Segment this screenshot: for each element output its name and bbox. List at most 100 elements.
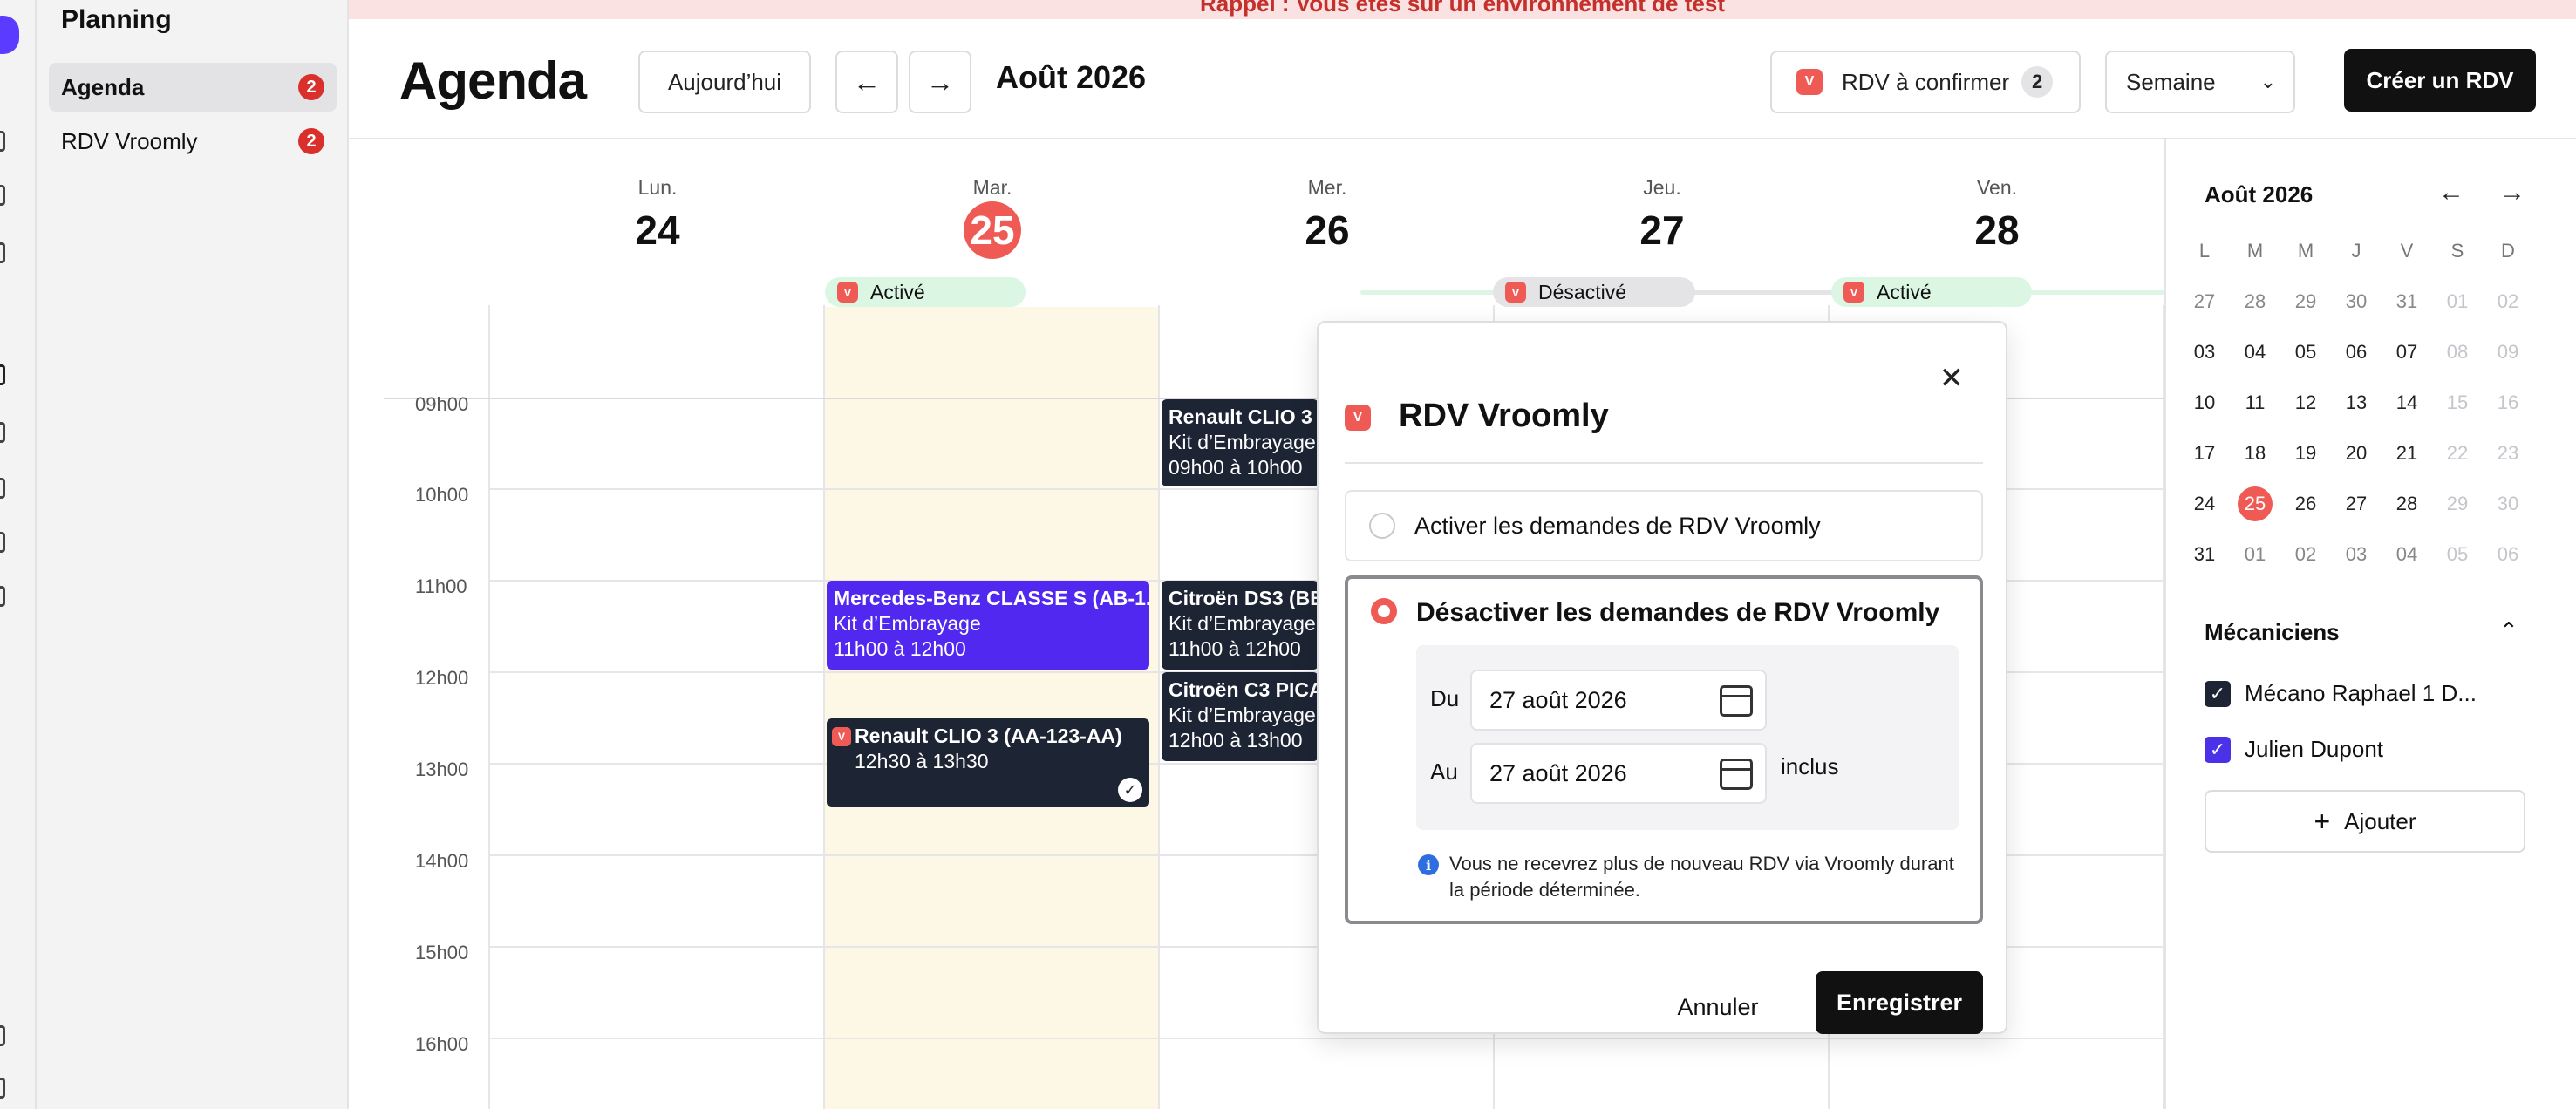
event-card[interactable]: Mercedes-Benz CLASSE S (AB-1... Kit d’Em…: [827, 581, 1149, 670]
pending-rdv-button[interactable]: V RDV à confirmer 2: [1770, 51, 2081, 113]
next-week-button[interactable]: →: [909, 51, 971, 113]
mini-calendar-day[interactable]: 13: [2339, 385, 2374, 420]
nav-logout-icon[interactable]: [0, 1078, 5, 1099]
mini-weekday-label: V: [2400, 240, 2414, 262]
day-name: Ven.: [1976, 176, 2018, 199]
mini-calendar-day[interactable]: 16: [2491, 385, 2525, 420]
mini-calendar-day[interactable]: 18: [2238, 436, 2273, 471]
mini-calendar-day[interactable]: 15: [2440, 385, 2475, 420]
mini-calendar-day[interactable]: 26: [2288, 486, 2323, 521]
mini-calendar-day[interactable]: 24: [2187, 486, 2222, 521]
mini-calendar-day[interactable]: 01: [2440, 284, 2475, 319]
calendar-icon[interactable]: [1720, 759, 1753, 790]
mini-calendar-day[interactable]: 11: [2238, 385, 2273, 420]
mini-calendar-day[interactable]: 25: [2238, 486, 2273, 521]
mini-calendar-day[interactable]: 02: [2288, 537, 2323, 572]
to-date-input[interactable]: 27 août 2026: [1470, 743, 1767, 804]
count-badge: 2: [298, 74, 324, 100]
chevron-down-icon: ⌄: [2259, 71, 2276, 92]
mini-calendar-day[interactable]: 30: [2491, 486, 2525, 521]
mini-calendar-day[interactable]: 27: [2187, 284, 2222, 319]
mini-calendar-day[interactable]: 05: [2440, 537, 2475, 572]
mechanic-item[interactable]: ✓ Julien Dupont: [2205, 736, 2383, 763]
mini-calendar-day[interactable]: 27: [2339, 486, 2374, 521]
calendar-icon[interactable]: [1720, 685, 1753, 717]
mini-calendar-day[interactable]: 21: [2389, 436, 2424, 471]
pending-count-badge: 2: [2021, 66, 2054, 98]
event-card[interactable]: Citroën C3 PICAS Kit d’Embrayage 12h00 à…: [1162, 672, 1319, 761]
mini-calendar-day[interactable]: 06: [2339, 335, 2374, 370]
mini-next-month-button[interactable]: →: [2499, 178, 2525, 208]
modal-title: RDV Vroomly: [1399, 398, 1609, 434]
event-service: Kit d’Embrayage: [834, 612, 981, 635]
checkbox-checked[interactable]: ✓: [2205, 736, 2231, 763]
mini-calendar-day[interactable]: 30: [2339, 284, 2374, 319]
mini-calendar-day[interactable]: 12: [2288, 385, 2323, 420]
today-button[interactable]: Aujourd’hui: [638, 51, 811, 113]
event-card[interactable]: Renault CLIO 3 (A Kit d’Embrayage 09h00 …: [1162, 399, 1319, 486]
event-time: 11h00 à 12h00: [1169, 637, 1301, 660]
vroomly-status-thu[interactable]: V Désactivé: [1493, 277, 1695, 307]
nav-settings-icon[interactable]: [0, 586, 5, 607]
sidebar-item-rdv-vroomly[interactable]: RDV Vroomly 2: [49, 117, 337, 166]
activate-option[interactable]: Activer les demandes de RDV Vroomly: [1345, 490, 1983, 561]
mini-calendar-day[interactable]: 04: [2238, 335, 2273, 370]
mini-calendar-day[interactable]: 05: [2288, 335, 2323, 370]
mini-calendar-day[interactable]: 29: [2288, 284, 2323, 319]
mini-calendar-day[interactable]: 06: [2491, 537, 2525, 572]
nav-document-icon[interactable]: [0, 478, 5, 499]
nav-user-icon[interactable]: [0, 532, 5, 553]
test-environment-banner: Rappel : Vous êtes sur un environnement …: [349, 0, 2576, 19]
deactivate-option[interactable]: Désactiver les demandes de RDV Vroomly D…: [1345, 575, 1983, 924]
mini-calendar-day[interactable]: 31: [2187, 537, 2222, 572]
vroomly-logo-icon: V: [832, 727, 851, 746]
mini-calendar-day[interactable]: 03: [2339, 537, 2374, 572]
mini-calendar-day[interactable]: 31: [2389, 284, 2424, 319]
mini-calendar-day[interactable]: 29: [2440, 486, 2475, 521]
previous-week-button[interactable]: ←: [835, 51, 898, 113]
nav-home-icon[interactable]: [0, 185, 5, 206]
save-button[interactable]: Enregistrer: [1816, 971, 1983, 1034]
radio-selected[interactable]: [1371, 598, 1397, 624]
event-service: Kit d’Embrayage: [1169, 431, 1316, 453]
vroomly-status-tue[interactable]: V Activé: [825, 277, 1026, 307]
mini-calendar-day[interactable]: 23: [2491, 436, 2525, 471]
nav-help-icon[interactable]: [0, 1025, 5, 1046]
create-rdv-button[interactable]: Créer un RDV: [2344, 49, 2536, 112]
nav-calendar-icon[interactable]: [0, 364, 5, 385]
mini-calendar-day[interactable]: 09: [2491, 335, 2525, 370]
hour-label: 12h00: [415, 667, 469, 689]
vroomly-status-fri[interactable]: V Activé: [1831, 277, 2032, 307]
mini-calendar-day[interactable]: 17: [2187, 436, 2222, 471]
mini-calendar-day[interactable]: 28: [2389, 486, 2424, 521]
mechanic-item[interactable]: ✓ Mécano Raphael 1 D...: [2205, 680, 2477, 707]
nav-car-icon[interactable]: [0, 422, 5, 443]
app-logo[interactable]: [0, 16, 19, 54]
chevron-up-icon[interactable]: ⌃: [2499, 617, 2518, 644]
sidebar-item-agenda[interactable]: Agenda 2: [49, 63, 337, 112]
nav-grid-icon[interactable]: [0, 131, 5, 152]
add-mechanic-button[interactable]: + Ajouter: [2205, 790, 2525, 853]
close-icon[interactable]: ✕: [1939, 361, 1965, 396]
radio-unselected[interactable]: [1369, 513, 1395, 539]
view-select[interactable]: Semaine ⌄: [2105, 51, 2295, 113]
mini-calendar-day[interactable]: 14: [2389, 385, 2424, 420]
mini-calendar-day[interactable]: 28: [2238, 284, 2273, 319]
mini-calendar-day[interactable]: 07: [2389, 335, 2424, 370]
mini-calendar-day[interactable]: 08: [2440, 335, 2475, 370]
mini-calendar-day[interactable]: 10: [2187, 385, 2222, 420]
mini-calendar-day[interactable]: 02: [2491, 284, 2525, 319]
from-date-input[interactable]: 27 août 2026: [1470, 670, 1767, 731]
event-card[interactable]: Citroën DS3 (BB- Kit d’Embrayage 11h00 à…: [1162, 581, 1319, 670]
mini-calendar-day[interactable]: 03: [2187, 335, 2222, 370]
cancel-button[interactable]: Annuler: [1666, 976, 1770, 1038]
event-card-vroomly[interactable]: V Renault CLIO 3 (AA-123-AA) 12h30 à 13h…: [827, 718, 1149, 807]
mini-calendar-day[interactable]: 20: [2339, 436, 2374, 471]
nav-list-icon[interactable]: [0, 242, 5, 263]
mini-prev-month-button[interactable]: ←: [2438, 178, 2464, 208]
mini-calendar-day[interactable]: 22: [2440, 436, 2475, 471]
mini-calendar-day[interactable]: 04: [2389, 537, 2424, 572]
checkbox-checked[interactable]: ✓: [2205, 680, 2231, 707]
mini-calendar-day[interactable]: 01: [2238, 537, 2273, 572]
mini-calendar-day[interactable]: 19: [2288, 436, 2323, 471]
